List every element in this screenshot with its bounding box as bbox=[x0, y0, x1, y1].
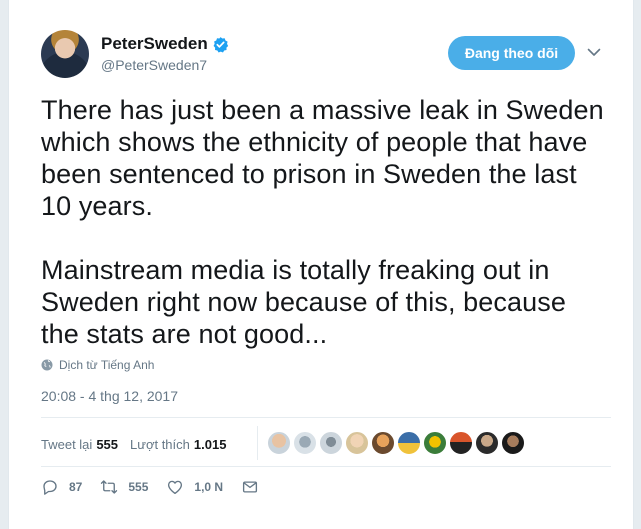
liker-avatar[interactable] bbox=[449, 431, 473, 455]
tweet-paragraph: Mainstream media is totally freaking out… bbox=[41, 255, 566, 349]
reply-count: 87 bbox=[69, 480, 83, 494]
tweet-card: PeterSweden @PeterSweden7 Đang theo dõi … bbox=[8, 0, 634, 529]
retweet-stat[interactable]: Tweet lại 555 bbox=[41, 437, 118, 452]
retweet-count: 555 bbox=[128, 480, 149, 494]
liker-avatars bbox=[267, 431, 527, 455]
liker-avatar[interactable] bbox=[475, 431, 499, 455]
engagement-stats: Tweet lại 555 Lượt thích 1.015 bbox=[41, 432, 238, 456]
like-stat-count: 1.015 bbox=[193, 436, 227, 452]
retweet-button[interactable]: 555 bbox=[100, 478, 148, 496]
divider bbox=[41, 466, 611, 467]
liker-avatar[interactable] bbox=[345, 431, 369, 455]
direct-message-button[interactable] bbox=[241, 478, 269, 496]
author-avatar[interactable] bbox=[41, 30, 89, 78]
liker-avatar[interactable] bbox=[501, 431, 525, 455]
liker-avatar[interactable] bbox=[293, 431, 317, 455]
liker-avatar[interactable] bbox=[267, 431, 291, 455]
translate-link[interactable]: Dịch từ Tiếng Anh bbox=[41, 358, 154, 372]
like-button[interactable]: 1,0 N bbox=[166, 478, 223, 496]
liker-avatar[interactable] bbox=[319, 431, 343, 455]
like-icon bbox=[168, 480, 183, 495]
liker-avatar[interactable] bbox=[423, 431, 447, 455]
tweet-actions: 87 555 1,0 N bbox=[41, 478, 287, 496]
retweet-icon bbox=[101, 480, 118, 494]
tweet-paragraph: There has just been a massive leak in Sw… bbox=[41, 95, 604, 221]
liker-avatar[interactable] bbox=[371, 431, 395, 455]
author-name-row[interactable]: PeterSweden bbox=[101, 34, 229, 54]
like-stat-label: Lượt thích bbox=[130, 436, 190, 452]
author-handle[interactable]: @PeterSweden7 bbox=[101, 57, 207, 73]
author-display-name[interactable]: PeterSweden bbox=[101, 34, 208, 54]
liker-avatar[interactable] bbox=[397, 431, 421, 455]
verified-icon bbox=[213, 36, 228, 53]
retweet-stat-count: 555 bbox=[96, 436, 119, 452]
stat-divider bbox=[257, 426, 258, 460]
like-count: 1,0 N bbox=[194, 480, 224, 494]
reply-button[interactable]: 87 bbox=[41, 478, 82, 496]
tweet-text: There has just been a massive leak in Sw… bbox=[41, 94, 611, 350]
retweet-stat-label: Tweet lại bbox=[41, 436, 93, 452]
following-button[interactable]: Đang theo dõi bbox=[448, 36, 575, 70]
reply-icon bbox=[43, 480, 57, 495]
tweet-timestamp[interactable]: 20:08 - 4 thg 12, 2017 bbox=[41, 388, 178, 404]
caret-down-icon[interactable] bbox=[586, 44, 602, 60]
like-stat[interactable]: Lượt thích 1.015 bbox=[130, 437, 226, 452]
tweet-header: PeterSweden @PeterSweden7 Đang theo dõi bbox=[41, 30, 611, 82]
globe-icon bbox=[41, 359, 53, 371]
translate-label[interactable]: Dịch từ Tiếng Anh bbox=[59, 358, 154, 372]
message-icon bbox=[243, 481, 258, 493]
divider bbox=[41, 417, 611, 418]
